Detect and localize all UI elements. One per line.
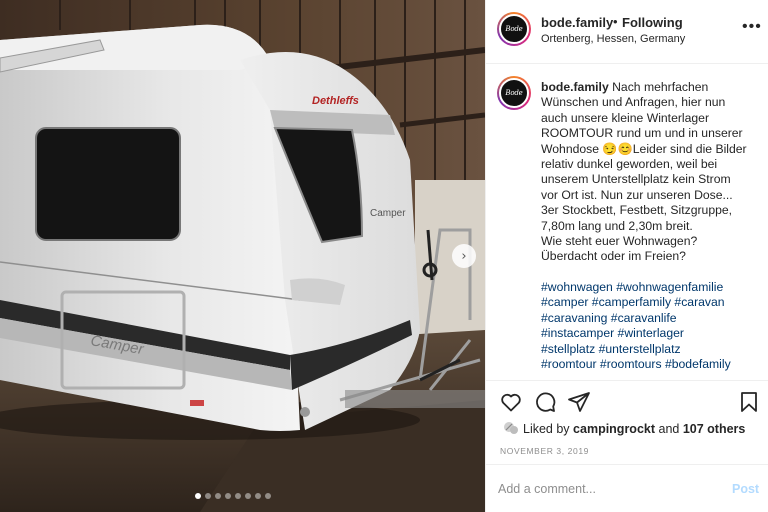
liker-username[interactable]: campingrockt (573, 422, 655, 436)
caption-line: 7,80m lang und 2,30m breit. (541, 218, 693, 233)
hashtag-block: #wohnwagen #wohnwagenfamilie #camper #ca… (541, 280, 756, 372)
carousel-dot (245, 493, 251, 499)
caption-line: Nach mehrfachen (612, 80, 709, 94)
carousel-dot (225, 493, 231, 499)
caption-avatar[interactable]: Bode (497, 76, 531, 110)
heart-icon[interactable] (499, 390, 523, 414)
caption-line: relativ dunkel geworden, weil bei (541, 157, 718, 172)
post-photo[interactable]: Dethleffs Camper Camper › (0, 0, 485, 512)
hashtag-line[interactable]: #stellplatz #unterstellplatz (541, 342, 756, 357)
caption-username[interactable]: bode.family (541, 80, 609, 94)
carousel-next-button[interactable]: › (452, 244, 476, 268)
hashtag-line[interactable]: #instacamper #winterlager (541, 326, 756, 341)
bookmark-icon[interactable] (737, 390, 761, 414)
comment-input[interactable] (498, 479, 708, 499)
model-badge-text: Camper (370, 208, 406, 219)
hashtag-line[interactable]: #wohnwagen #wohnwagenfamilie (541, 280, 756, 295)
caption-first-line: bode.family Nach mehrfachen (541, 80, 753, 95)
header-username[interactable]: bode.family (541, 15, 613, 30)
carousel-dots (195, 493, 271, 499)
avatar[interactable]: Bode (497, 12, 531, 46)
carousel-dot (255, 493, 261, 499)
hashtag-line[interactable]: #roomtour #roomtours #bodefamily (541, 357, 756, 372)
post-date[interactable]: NOVEMBER 3, 2019 (500, 446, 589, 456)
action-bar (486, 380, 768, 420)
follow-status-button[interactable]: Following (622, 15, 683, 30)
hashtag-line[interactable]: #camper #camperfamily #caravan (541, 295, 756, 310)
carousel-dot (205, 493, 211, 499)
caption-line: Wohndose 😏😊Leider sind die Bilder (541, 141, 747, 156)
post-comment-button[interactable]: Post (732, 482, 759, 496)
brand-logo-text: Dethleffs (312, 95, 359, 107)
post-header: Bode bode.family • Following Ortenberg, … (486, 0, 768, 64)
carousel-dot (265, 493, 271, 499)
header-separator: • (613, 14, 618, 29)
post-side-panel: Bode bode.family • Following Ortenberg, … (485, 0, 768, 512)
more-dots-icon[interactable]: ••• (742, 19, 762, 35)
caption-text: bode.family Nach mehrfachen Wünschen und… (541, 80, 753, 265)
caption-line: unserem Unterstellplatz kein Strom (541, 172, 731, 187)
location-link[interactable]: Ortenberg, Hessen, Germany (541, 33, 685, 45)
hashtag-line[interactable]: #caravaning #caravanlife (541, 311, 756, 326)
carousel-dot (235, 493, 241, 499)
caption-line: Wie steht euer Wohnwagen? (541, 234, 698, 249)
caption-line: ROOMTOUR rund um und in unserer (541, 126, 743, 141)
caption-line: Wünschen und Anfragen, hier nun (541, 95, 726, 110)
likes-summary: Liked by campingrockt and 107 others (503, 421, 745, 436)
comment-icon[interactable] (533, 390, 557, 414)
avatar-logo: Bode (499, 14, 529, 44)
caption-line: auch unsere kleine Winterlager (541, 110, 710, 125)
share-icon[interactable] (567, 390, 591, 414)
caption-line: 3er Stockbett, Festbett, Sitzgruppe, (541, 203, 733, 218)
likes-others-link[interactable]: 107 others (683, 422, 746, 436)
caption-line: vor Ort ist. Nun zur unseren Dose... (541, 187, 733, 202)
caption-line: Überdacht oder im Freien? (541, 249, 686, 264)
liker-avatar-icon (504, 422, 518, 434)
carousel-dot (215, 493, 221, 499)
likes-prefix: Liked by (523, 422, 570, 436)
likes-middle: and (658, 422, 680, 436)
caravan-photo: Dethleffs Camper Camper (0, 0, 485, 512)
comment-box: Post (486, 464, 768, 512)
avatar-logo: Bode (499, 78, 529, 108)
carousel-dot (195, 493, 201, 499)
